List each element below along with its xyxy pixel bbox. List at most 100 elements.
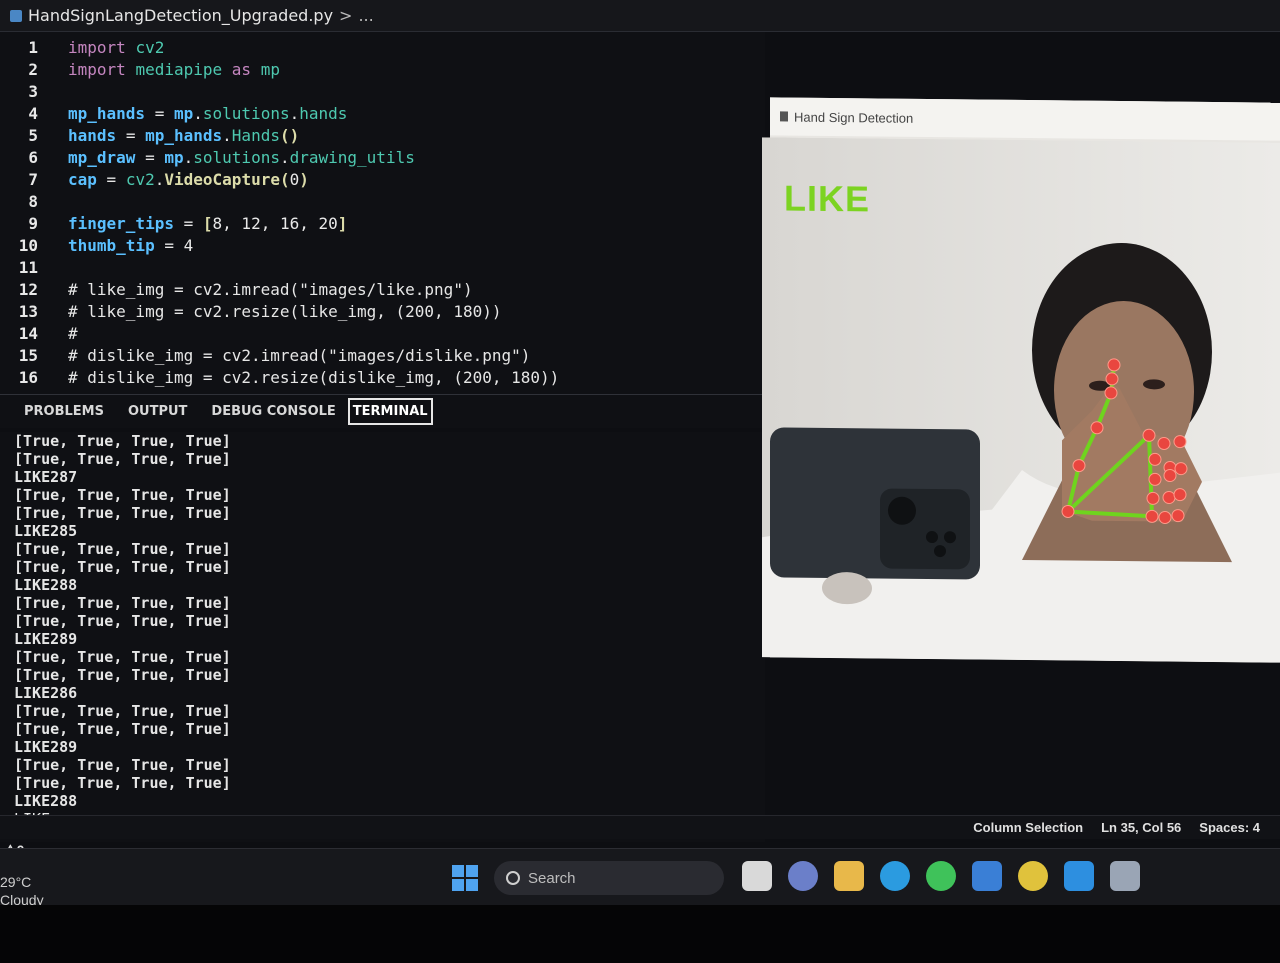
- status-bar: Column Selection Ln 35, Col 56 Spaces: 4: [0, 815, 1280, 839]
- terminal-line: [True, True, True, True]: [14, 432, 231, 450]
- tab-problems[interactable]: PROBLEMS: [12, 398, 116, 425]
- code-line: 1 import cv2: [0, 36, 164, 58]
- terminal-line: [True, True, True, True]: [14, 594, 231, 612]
- panel-tabs: PROBLEMS OUTPUT DEBUG CONSOLE TERMINAL: [0, 394, 765, 428]
- terminal-line: [True, True, True, True]: [14, 540, 231, 558]
- code-comment: # dislike_img = cv2.resize(dislike_img, …: [68, 367, 560, 387]
- camera-feed: LIKE: [762, 137, 1280, 663]
- screen: HandSignLangDetection_Upgraded.py > ... …: [0, 0, 1280, 963]
- line-number: 9: [28, 213, 38, 233]
- tab-terminal[interactable]: TERMINAL: [347, 398, 433, 425]
- line-number: 2: [28, 59, 38, 79]
- terminal-line: [True, True, True, True]: [14, 648, 231, 666]
- search-icon: [506, 871, 520, 885]
- terminal-line: LIKE286: [14, 684, 78, 702]
- tab-output[interactable]: OUTPUT: [116, 398, 199, 425]
- code-line: 11: [0, 256, 42, 278]
- gesture-label: LIKE: [784, 177, 871, 220]
- weather-temperature: 29°C: [0, 874, 32, 890]
- monitor-bezel: [0, 905, 1280, 963]
- terminal-line: [True, True, True, True]: [14, 486, 231, 504]
- terminal-line: [True, True, True, True]: [14, 666, 231, 684]
- line-number: 11: [18, 257, 38, 277]
- code-line: 8: [0, 190, 42, 212]
- breadcrumb-file[interactable]: HandSignLangDetection_Upgraded.py: [28, 6, 333, 25]
- code-line: 9 finger_tips = [8, 12, 16, 20]: [0, 212, 347, 234]
- code-line: 16 # dislike_img = cv2.resize(dislike_img…: [0, 366, 560, 388]
- code-comment: # like_img = cv2.imread("images/like.png…: [68, 279, 473, 299]
- weather-widget[interactable]: 29°C Cloudy: [0, 873, 44, 909]
- terminal-line: [True, True, True, True]: [14, 720, 231, 738]
- code-line: 5 hands = mp_hands.Hands(): [0, 124, 299, 146]
- whatsapp-icon[interactable]: [926, 861, 956, 891]
- breadcrumb: HandSignLangDetection_Upgraded.py > ...: [0, 0, 1280, 32]
- chat-icon[interactable]: [788, 861, 818, 891]
- code-text: finger_tips = [8, 12, 16, 20]: [68, 213, 348, 233]
- breadcrumb-tail[interactable]: ...: [358, 6, 373, 25]
- code-line: 3: [0, 80, 42, 102]
- tab-debug-console[interactable]: DEBUG CONSOLE: [199, 398, 347, 425]
- code-comment: # dislike_img = cv2.imread("images/disli…: [68, 345, 531, 365]
- terminal-line: LIKE287: [14, 468, 78, 486]
- line-number: 4: [28, 103, 38, 123]
- hand-sign-detection-window[interactable]: Hand Sign Detection LIKE: [762, 97, 1280, 663]
- code-line: 10 thumb_tip = 4: [0, 234, 194, 256]
- terminal-line: [True, True, True, True]: [14, 504, 231, 522]
- code-text: import mediapipe as mp: [68, 59, 280, 79]
- code-line: 6 mp_draw = mp.solutions.drawing_utils: [0, 146, 414, 168]
- python-file-icon: [10, 9, 22, 22]
- code-line: 15 # dislike_img = cv2.imread("images/dis…: [0, 344, 531, 366]
- line-number: 3: [28, 81, 38, 101]
- line-number: 5: [28, 125, 38, 145]
- taskbar: 29°C Cloudy Search: [0, 848, 1280, 908]
- search-label: Search: [528, 869, 576, 887]
- code-line: 12 # like_img = cv2.imread("images/like.p…: [0, 278, 473, 300]
- code-line: 7 cap = cv2.VideoCapture(0): [0, 168, 309, 190]
- chrome-icon[interactable]: [1018, 861, 1048, 891]
- line-number: 7: [28, 169, 38, 189]
- code-editor[interactable]: 1 import cv2 2 import mediapipe as mp 3 4 m…: [0, 32, 765, 394]
- code-text: hands = mp_hands.Hands(): [68, 125, 300, 145]
- terminal-line: LIKE288: [14, 576, 78, 594]
- terminal-line: [True, True, True, True]: [14, 774, 231, 792]
- code-text: import cv2: [68, 37, 165, 57]
- terminal-output[interactable]: [True, True, True, True] [True, True, Tr…: [0, 432, 765, 842]
- terminal-line: LIKE288: [14, 792, 78, 810]
- terminal-line: [True, True, True, True]: [14, 612, 231, 630]
- app-icon[interactable]: [972, 861, 1002, 891]
- code-text: mp_hands = mp.solutions.hands: [68, 103, 348, 123]
- line-number: 16: [18, 367, 38, 387]
- line-number: 15: [18, 345, 38, 365]
- code-text: thumb_tip = 4: [68, 235, 194, 255]
- breadcrumb-separator: >: [339, 6, 353, 25]
- python-app-icon[interactable]: [1110, 861, 1140, 891]
- status-indentation[interactable]: Spaces: 4: [1199, 820, 1260, 835]
- line-number: 14: [18, 323, 38, 343]
- code-comment: #: [68, 323, 78, 343]
- code-comment: # like_img = cv2.resize(like_img, (200, …: [68, 301, 502, 321]
- camera-window-title: Hand Sign Detection: [794, 109, 914, 126]
- code-text: cap = cv2.VideoCapture(0): [68, 169, 309, 189]
- status-selection-mode[interactable]: Column Selection: [973, 820, 1083, 835]
- line-number: 10: [18, 235, 38, 255]
- terminal-line: [True, True, True, True]: [14, 702, 231, 720]
- line-number: 1: [28, 37, 38, 57]
- line-number: 12: [18, 279, 38, 299]
- status-cursor-position[interactable]: Ln 35, Col 56: [1101, 820, 1181, 835]
- terminal-line: LIKE289: [14, 738, 78, 756]
- terminal-line: [True, True, True, True]: [14, 756, 231, 774]
- code-line: 14 #: [0, 322, 78, 344]
- camera-window-titlebar[interactable]: Hand Sign Detection: [770, 97, 1280, 141]
- task-view-icon[interactable]: [742, 861, 772, 891]
- line-number: 13: [18, 301, 38, 321]
- taskbar-search[interactable]: Search: [494, 861, 724, 895]
- edge-icon[interactable]: [880, 861, 910, 891]
- file-explorer-icon[interactable]: [834, 861, 864, 891]
- terminal-line: LIKE289: [14, 630, 78, 648]
- code-line: 2 import mediapipe as mp: [0, 58, 280, 80]
- code-line: 4 mp_hands = mp.solutions.hands: [0, 102, 347, 124]
- terminal-line: [True, True, True, True]: [14, 558, 231, 576]
- vscode-icon[interactable]: [1064, 861, 1094, 891]
- line-number: 8: [28, 191, 38, 211]
- start-button[interactable]: [452, 865, 478, 891]
